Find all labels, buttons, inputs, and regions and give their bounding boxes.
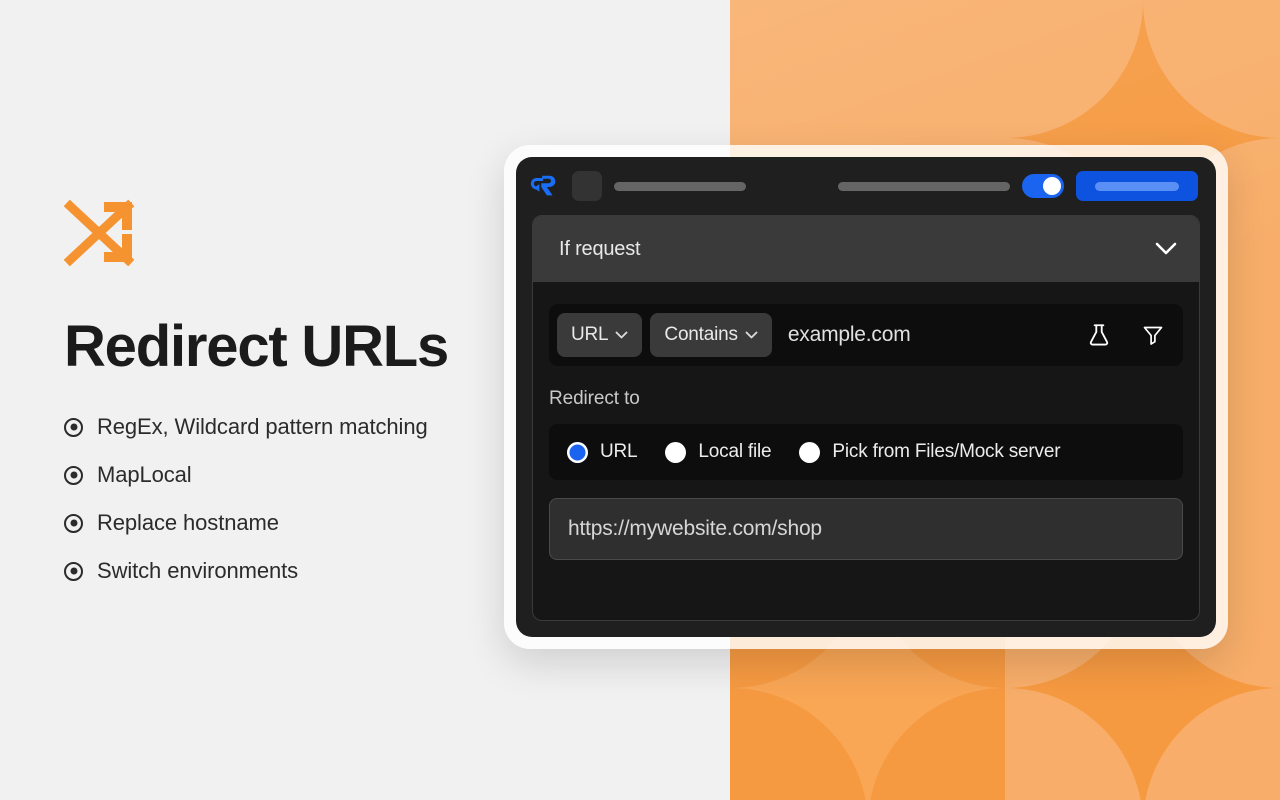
condition-operator-label: Contains [664,324,738,345]
condition-value-input[interactable]: example.com [780,323,1071,347]
redirect-target-radio-group: URL Local file Pick from Files/Mock serv… [549,424,1183,480]
chevron-down-icon[interactable] [1155,242,1177,256]
bullet-point-icon [64,465,83,485]
requestly-logo-icon [530,175,556,196]
feature-label: Replace hostname [97,510,279,535]
test-rule-button[interactable] [1079,313,1119,357]
radio-option-local-file[interactable]: Local file [665,441,772,463]
feature-label: Switch environments [97,558,299,583]
radio-label: Pick from Files/Mock server [832,441,1061,462]
radio-indicator [567,441,588,463]
condition-field-label: URL [571,324,609,345]
rule-card-title: If request [559,237,641,260]
toolbar-placeholder-bar [614,181,746,191]
radio-option-url[interactable]: URL [567,441,638,463]
flask-icon [1089,324,1109,346]
app-window-frame: If request URL Contains example.com Redi… [504,145,1228,649]
bullet-point-icon [64,513,83,533]
redirect-to-label: Redirect to [549,388,640,409]
toggle-knob [1043,177,1061,195]
toolbar-placeholder-square[interactable] [572,171,602,201]
primary-button-placeholder-label [1095,181,1179,191]
status-toggle[interactable] [1022,174,1064,198]
radio-indicator [799,441,821,463]
app-toolbar [516,157,1216,215]
rule-card: If request URL Contains example.com Redi… [532,215,1200,621]
radio-label: Local file [698,441,772,462]
bullet-point-icon [64,417,83,437]
condition-row: URL Contains example.com [549,304,1183,366]
radio-indicator [665,441,687,463]
condition-operator-select[interactable]: Contains [650,313,772,357]
filter-button[interactable] [1133,313,1173,357]
toolbar-placeholder-bar [838,181,1010,191]
radio-label: URL [600,441,638,462]
rule-card-body: URL Contains example.com Redirect to URL… [533,282,1199,576]
feature-label: RegEx, Wildcard pattern matching [97,414,428,439]
radio-option-pick-from-files[interactable]: Pick from Files/Mock server [799,441,1061,463]
destination-url-input[interactable]: https://mywebsite.com/shop [549,498,1183,560]
chevron-down-icon [745,331,758,339]
screenshot-root: Redirect URLs RegEx, Wildcard pattern ma… [0,0,1280,800]
chevron-down-icon [615,331,628,339]
rule-card-header[interactable]: If request [533,216,1199,282]
filter-icon [1143,326,1163,345]
feature-label: MapLocal [97,462,192,487]
bullet-point-icon [64,561,83,581]
primary-action-button[interactable] [1076,171,1198,201]
condition-field-select[interactable]: URL [557,313,643,357]
shuffle-icon [64,199,135,266]
app-window: If request URL Contains example.com Redi… [516,157,1216,637]
